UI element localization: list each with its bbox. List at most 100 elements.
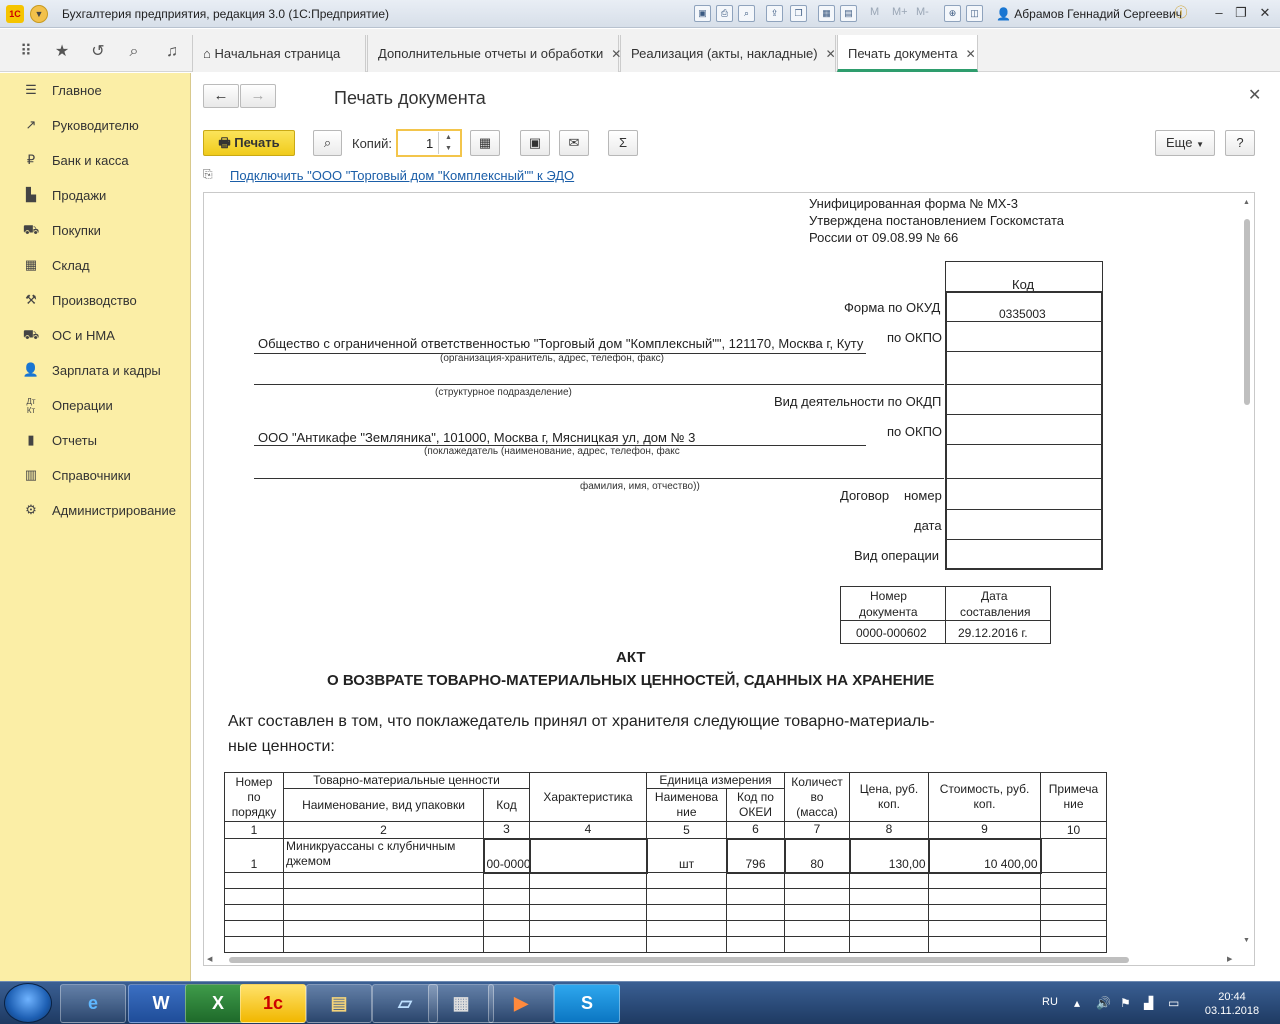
- spin-up-icon[interactable]: ▲: [439, 132, 458, 143]
- tab-home[interactable]: ⌂ Начальная страница: [192, 35, 366, 72]
- favorites-star-icon[interactable]: ★: [52, 42, 72, 62]
- sidebar-item-reports[interactable]: ▮ Отчеты: [0, 425, 191, 455]
- edo-icon: ⎘: [203, 167, 213, 181]
- skype-icon[interactable]: S: [554, 984, 620, 1023]
- copies-label: Копий:: [352, 136, 392, 151]
- email-button[interactable]: ✉: [559, 130, 589, 156]
- 1c-icon[interactable]: 1с: [240, 984, 306, 1023]
- sidebar-item-administration[interactable]: ⚙ Администрирование: [0, 495, 191, 525]
- scroll-right-icon[interactable]: ▶: [1227, 955, 1232, 963]
- empty-row: [224, 936, 1107, 953]
- calculator-app-icon[interactable]: ▦: [428, 984, 494, 1023]
- scroll-thumb[interactable]: [1244, 219, 1250, 405]
- sum-button[interactable]: Σ: [608, 130, 638, 156]
- sidebar-item-label: Продажи: [52, 188, 107, 203]
- bell-icon[interactable]: ♫: [162, 42, 182, 62]
- ie-icon[interactable]: e: [60, 984, 126, 1023]
- sidebar-item-label: Отчеты: [52, 433, 97, 448]
- scroll-down-icon[interactable]: ▼: [1243, 937, 1250, 944]
- code-header: Код: [1012, 277, 1035, 292]
- sidebar-item-manager[interactable]: ↗ Руководителю: [0, 110, 191, 140]
- memory-plus-button[interactable]: M+: [892, 6, 908, 18]
- edit-button[interactable]: ▦: [470, 130, 500, 156]
- sidebar-item-fixed-assets[interactable]: ⛟ ОС и НМА: [0, 320, 191, 350]
- save-button[interactable]: ▣: [520, 130, 550, 156]
- maximize-button[interactable]: ❐: [1230, 4, 1252, 22]
- help-button[interactable]: ?: [1225, 130, 1255, 156]
- dt-kt-icon: Дт Кт: [26, 397, 36, 415]
- memory-minus-button[interactable]: M-: [916, 6, 929, 18]
- flag-icon[interactable]: ⚑: [1120, 996, 1131, 1010]
- close-tab-icon[interactable]: ✕: [966, 47, 976, 61]
- user-name[interactable]: 👤 Абрамов Геннадий Сергеевич: [996, 7, 1182, 21]
- tab-print-document[interactable]: Печать документа ✕: [837, 35, 978, 72]
- calculator-icon[interactable]: ▦: [818, 5, 835, 22]
- print-icon[interactable]: ⎙: [716, 5, 733, 22]
- copy-icon[interactable]: ❐: [790, 5, 807, 22]
- search-icon[interactable]: ⌕: [124, 42, 144, 62]
- sidebar-item-sales[interactable]: ▙ Продажи: [0, 180, 191, 210]
- tray-expand-icon[interactable]: ▴: [1074, 996, 1080, 1010]
- start-button[interactable]: [4, 983, 52, 1023]
- preview-button[interactable]: ⌕: [313, 130, 342, 156]
- empty-row: [224, 920, 1107, 937]
- bag-icon: ▙: [26, 187, 36, 202]
- sidebar-item-operations[interactable]: Дт Кт Операции: [0, 390, 191, 420]
- keeper-org: Общество с ограниченной ответственностью…: [258, 336, 864, 351]
- tab-additional-reports[interactable]: Дополнительные отчеты и обработки ✕: [367, 35, 621, 72]
- info-icon[interactable]: ⓘ: [1170, 4, 1192, 22]
- edo-connect-link[interactable]: Подключить "ООО "Торговый дом "Комплексн…: [230, 168, 574, 183]
- system-clock[interactable]: 20:44 03.11.2018: [1196, 990, 1268, 1018]
- scroll-up-icon[interactable]: ▲: [1243, 199, 1250, 206]
- scroll-left-icon[interactable]: ◀: [207, 955, 212, 963]
- preview-icon[interactable]: ⌕: [738, 5, 755, 22]
- clock-time: 20:44: [1218, 991, 1246, 1003]
- history-icon[interactable]: ↺: [88, 42, 108, 62]
- doc-date-value: 29.12.2016 г.: [958, 626, 1028, 640]
- app-logo-icon[interactable]: 1С: [6, 5, 24, 23]
- close-form-icon[interactable]: ✕: [1248, 85, 1261, 105]
- sidebar-item-production[interactable]: ⚒ Производство: [0, 285, 191, 315]
- upload-icon[interactable]: ⇪: [766, 5, 783, 22]
- panel-icon[interactable]: ◫: [966, 5, 983, 22]
- trend-icon: ↗: [25, 117, 37, 132]
- back-button[interactable]: ←: [203, 84, 239, 108]
- header-cell: Стоимость, руб. коп.: [928, 772, 1041, 822]
- print-button[interactable]: 🖶 Печать: [203, 130, 295, 156]
- printed-document[interactable]: Унифицированная форма № МХ-3 Утверждена …: [203, 192, 1255, 966]
- code-row-divider: [946, 414, 1102, 415]
- apps-grid-icon[interactable]: ⠿: [16, 42, 36, 62]
- explorer-icon[interactable]: ▤: [306, 984, 372, 1023]
- action-center-icon[interactable]: ▭: [1168, 996, 1179, 1010]
- person-icon: 👤: [22, 362, 40, 377]
- tab-sales[interactable]: Реализация (акты, накладные) ✕: [620, 35, 836, 72]
- vertical-scrollbar[interactable]: ▲ ▼: [1241, 199, 1253, 951]
- header-cell: Наименование, вид упаковки: [283, 788, 484, 822]
- more-button[interactable]: Еще ▼: [1155, 130, 1215, 156]
- volume-icon[interactable]: 🔊: [1096, 996, 1111, 1010]
- forward-button[interactable]: →: [240, 84, 276, 108]
- tab-label: Дополнительные отчеты и обработки: [378, 46, 604, 61]
- spin-down-icon[interactable]: ▼: [439, 143, 458, 154]
- network-icon[interactable]: ▟: [1144, 996, 1153, 1010]
- sidebar-item-catalogs[interactable]: ▥ Справочники: [0, 460, 191, 490]
- close-window-button[interactable]: ✕: [1254, 4, 1276, 22]
- sidebar-item-payroll[interactable]: 👤 Зарплата и кадры: [0, 355, 191, 385]
- zoom-icon[interactable]: ⊕: [944, 5, 961, 22]
- sidebar-item-warehouse[interactable]: ▦ Склад: [0, 250, 191, 280]
- save-icon[interactable]: ▣: [694, 5, 711, 22]
- copies-spinner[interactable]: ▲ ▼: [438, 132, 458, 154]
- docdate-header: составления: [960, 605, 1031, 619]
- sidebar-item-main[interactable]: ☰ Главное: [0, 75, 191, 105]
- minimize-button[interactable]: –: [1208, 4, 1230, 22]
- memory-button[interactable]: M: [870, 6, 879, 18]
- language-indicator[interactable]: RU: [1042, 996, 1058, 1008]
- main-menu-icon[interactable]: ▼: [30, 5, 48, 23]
- close-tab-icon[interactable]: ✕: [826, 47, 836, 61]
- media-icon[interactable]: ▶: [488, 984, 554, 1023]
- sidebar-item-purchases[interactable]: ⛟ Покупки: [0, 215, 191, 245]
- sidebar-item-bank[interactable]: ₽ Банк и касса: [0, 145, 191, 175]
- calendar-icon[interactable]: ▤: [840, 5, 857, 22]
- scroll-thumb[interactable]: [229, 957, 1129, 963]
- horizontal-scrollbar[interactable]: ◀ ▶: [203, 953, 1255, 967]
